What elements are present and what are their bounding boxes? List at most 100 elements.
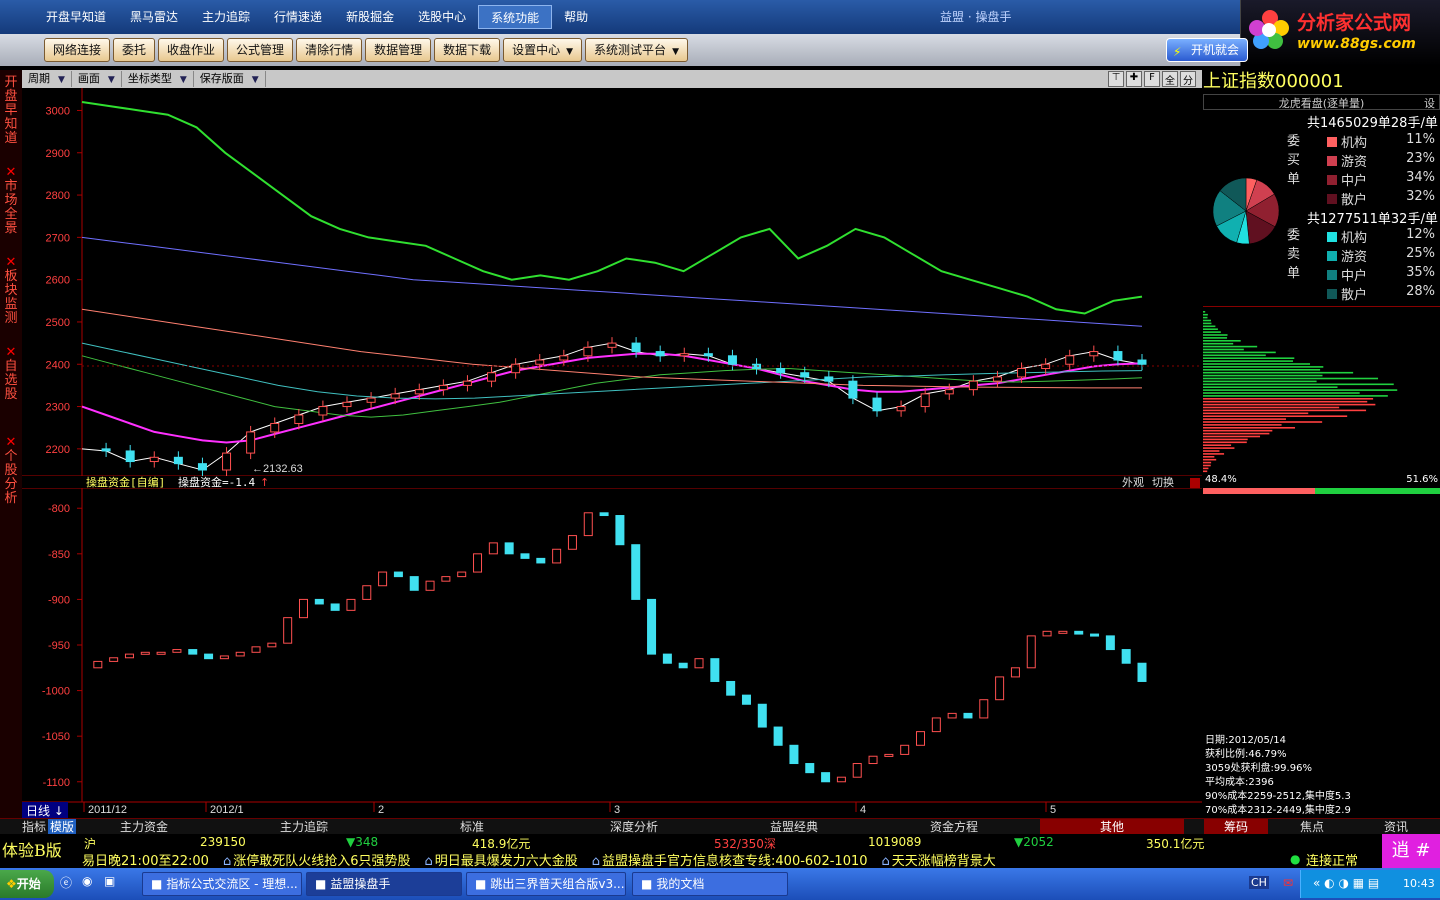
chip-bar bbox=[1203, 313, 1208, 316]
start-button[interactable]: ❖开始 bbox=[0, 870, 54, 898]
color-swatch bbox=[1327, 137, 1337, 147]
task-button-3[interactable]: ■ 我的文档 bbox=[632, 872, 788, 896]
toolbar-button-2[interactable]: 收盘作业 bbox=[158, 38, 225, 62]
app-icon: ■ bbox=[151, 877, 163, 891]
sub-y-tick-label: -950 bbox=[48, 640, 70, 652]
sub-legend-control-0[interactable]: 外观 bbox=[1122, 476, 1144, 489]
chip-bar bbox=[1203, 316, 1208, 319]
chip-bar bbox=[1203, 363, 1311, 365]
y-tick-label: 3000 bbox=[46, 105, 70, 117]
panel-setting-button[interactable]: 设 bbox=[1424, 95, 1435, 111]
menu-item-7[interactable]: 帮助 bbox=[552, 5, 600, 29]
sub-bar bbox=[789, 744, 799, 765]
task-button-1[interactable]: ■ 益盟操盘手 bbox=[306, 872, 462, 896]
tray-icons[interactable]: « ◐ ◑ ▦ ▤ bbox=[1313, 876, 1379, 890]
bottom-tab-10[interactable]: 焦点 bbox=[1300, 819, 1324, 835]
chart-area[interactable]: 2200 2300 2400 2500 2600 2700 2800 2900 3000 ←213… bbox=[22, 88, 1203, 818]
left-nav-item-3[interactable]: ✕ 自选股 bbox=[2, 346, 20, 402]
candle bbox=[607, 342, 617, 348]
toolbar-button-5[interactable]: 数据管理 bbox=[365, 38, 432, 62]
candle bbox=[727, 355, 737, 365]
x-tick-label: 2012/1 bbox=[210, 804, 244, 816]
ticker-item-2[interactable]: 明日最具爆发力六大金股 bbox=[435, 854, 578, 868]
chip-bar bbox=[1203, 415, 1348, 417]
task-button-2[interactable]: ■ 跳出三界普天组合版v3... bbox=[466, 872, 626, 896]
y-tick-label: 2400 bbox=[46, 359, 70, 371]
app-icon: ■ bbox=[641, 877, 653, 891]
chip-bar bbox=[1203, 392, 1360, 394]
sub-legend-control-1[interactable]: 切换 bbox=[1152, 475, 1174, 489]
menu-item-1[interactable]: 黑马雷达 bbox=[118, 5, 190, 29]
dropdown-arrow-icon: ▼ bbox=[251, 75, 259, 85]
fullscreen-icon[interactable]: 全 bbox=[1162, 71, 1178, 87]
candle bbox=[342, 401, 352, 408]
color-swatch bbox=[1327, 251, 1337, 261]
bottom-tab-7[interactable]: 资金方程 bbox=[930, 819, 978, 835]
bottom-tab-3[interactable]: 主力追踪 bbox=[280, 819, 328, 835]
bottom-tab-4[interactable]: 标准 bbox=[460, 819, 484, 835]
left-nav-item-1[interactable]: ✕ 市场全景 bbox=[2, 166, 20, 236]
bottom-tab-0[interactable]: 指标 bbox=[22, 819, 46, 835]
chart-header-3[interactable]: 保存版面 ▼ bbox=[194, 71, 266, 87]
chart-header-0[interactable]: 周期 ▼ bbox=[22, 71, 72, 87]
corner-badge[interactable]: 逍 # bbox=[1382, 834, 1440, 868]
chip-bar bbox=[1203, 348, 1244, 351]
sub-bar bbox=[393, 571, 403, 578]
bottom-tab-11[interactable]: 资讯 bbox=[1384, 819, 1408, 835]
pin-icon[interactable]: ⊤ bbox=[1108, 71, 1124, 87]
task-button-0[interactable]: ■ 指标公式交流区 - 理想... bbox=[142, 872, 302, 896]
bottom-tab-9[interactable]: 筹码 bbox=[1204, 819, 1269, 835]
lang-indicator[interactable]: CH bbox=[1249, 876, 1269, 889]
startup-button[interactable]: ⚡ 开机就会 bbox=[1166, 38, 1249, 62]
bottom-tab-5[interactable]: 深度分析 bbox=[610, 819, 658, 835]
bottom-tab-1[interactable]: 模版 bbox=[48, 819, 77, 835]
crosshair-icon[interactable]: ✚ bbox=[1126, 71, 1142, 87]
candle bbox=[920, 393, 930, 408]
toolbar-button-6[interactable]: 数据下载 bbox=[434, 38, 501, 62]
toolbar-button-3[interactable]: 公式管理 bbox=[227, 38, 294, 62]
desktop-icon[interactable]: ▣ bbox=[104, 874, 115, 888]
f10-icon[interactable]: F bbox=[1144, 71, 1160, 87]
toolbar-button-0[interactable]: 网络连接 bbox=[44, 38, 111, 62]
brand-url: www.88gs.com bbox=[1297, 36, 1416, 52]
chart-header-2[interactable]: 坐标类型 ▼ bbox=[122, 71, 194, 87]
split-icon[interactable]: 分 bbox=[1180, 71, 1196, 87]
chart-header-1[interactable]: 画面 ▼ bbox=[72, 71, 122, 87]
menu-item-0[interactable]: 开盘早知道 bbox=[34, 5, 118, 29]
toolbar-button-4[interactable]: 清除行情 bbox=[296, 38, 363, 62]
ticker-item-0[interactable]: 易日晚21:00至22:00 bbox=[82, 854, 209, 868]
menu-item-3[interactable]: 行情速递 bbox=[262, 5, 334, 29]
bottom-tab-6[interactable]: 益盟经典 bbox=[770, 819, 818, 835]
chip-bar bbox=[1203, 340, 1241, 342]
period-selector[interactable]: 日线 ↓ bbox=[22, 802, 68, 818]
close-icon: ✕ bbox=[5, 255, 17, 270]
sub-close-icon[interactable] bbox=[1190, 478, 1200, 488]
candle bbox=[896, 406, 906, 412]
ie-icon[interactable]: ⓔ bbox=[60, 874, 72, 891]
chip-bars bbox=[1203, 311, 1398, 473]
menu-item-6[interactable]: 系统功能 bbox=[478, 5, 553, 29]
left-nav-item-4[interactable]: ✕ 个股分析 bbox=[2, 436, 20, 506]
menu-item-4[interactable]: 新股掘金 bbox=[334, 5, 406, 29]
ime-icon[interactable]: ✉ bbox=[1283, 876, 1293, 890]
ticker-item-4[interactable]: 天天涨幅榜背景大 bbox=[892, 854, 996, 868]
sell-label: 委卖单 bbox=[1287, 228, 1301, 281]
toolbar-button-1[interactable]: 委托 bbox=[113, 38, 156, 62]
ticker-item-1[interactable]: 涨停敢死队火线抢入6只强势股 bbox=[233, 854, 410, 868]
chip-bar bbox=[1203, 334, 1228, 336]
bottom-tab-2[interactable]: 主力资金 bbox=[120, 819, 168, 835]
quicklaunch-icon[interactable]: ◉ bbox=[82, 874, 92, 888]
sub-bar bbox=[520, 553, 530, 559]
menu-item-2[interactable]: 主力追踪 bbox=[190, 5, 262, 29]
menu-item-5[interactable]: 选股中心 bbox=[406, 5, 478, 29]
ticker-item-3[interactable]: 益盟操盘手官方信息核查专线:400-602-1010 bbox=[602, 854, 867, 868]
cost-info: 日期:2012/05/14 获利比例:46.79% 3059处获利盘:99.96% 平… bbox=[1205, 734, 1440, 818]
bottom-tab-8[interactable]: 其他 bbox=[1040, 819, 1185, 835]
toolbar-button-7[interactable]: 设置中心 ▼ bbox=[503, 38, 583, 62]
sub-bar bbox=[172, 649, 182, 653]
candle bbox=[1017, 367, 1027, 378]
left-nav-item-0[interactable]: 开盘早知道 bbox=[2, 76, 20, 146]
left-nav-item-2[interactable]: ✕ 板块监测 bbox=[2, 256, 20, 326]
toolbar-button-8[interactable]: 系统测试平台 ▼ bbox=[585, 38, 688, 62]
sub-bar bbox=[488, 542, 498, 555]
